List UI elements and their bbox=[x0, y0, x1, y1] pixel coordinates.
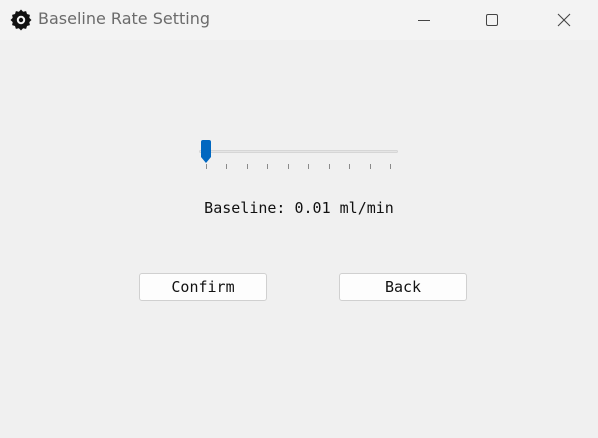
maximize-button[interactable] bbox=[469, 0, 515, 40]
slider-tick bbox=[349, 164, 351, 169]
slider-tick bbox=[206, 164, 207, 169]
baseline-value-label: Baseline: 0.01 ml/min bbox=[204, 199, 394, 217]
maximize-icon bbox=[486, 14, 498, 26]
gear-icon bbox=[10, 9, 32, 31]
slider-thumb[interactable] bbox=[200, 140, 212, 164]
confirm-button[interactable]: Confirm bbox=[139, 273, 267, 301]
minimize-icon bbox=[418, 20, 430, 21]
slider-tick bbox=[246, 164, 248, 169]
slider-tick bbox=[267, 164, 269, 169]
slider-tick bbox=[226, 164, 228, 169]
baseline-rate-window: Baseline Rate Setting Baseline: 0.01 ml/… bbox=[0, 0, 598, 438]
window-title: Baseline Rate Setting bbox=[38, 9, 210, 28]
close-icon bbox=[557, 13, 571, 27]
slider-tick bbox=[287, 164, 289, 169]
back-button[interactable]: Back bbox=[339, 273, 467, 301]
slider-tick bbox=[308, 164, 310, 169]
slider-tick bbox=[369, 164, 371, 169]
minimize-button[interactable] bbox=[401, 0, 447, 40]
slider-track[interactable] bbox=[199, 150, 398, 153]
slider-tick bbox=[390, 164, 391, 169]
slider-tick bbox=[328, 164, 330, 169]
close-button[interactable] bbox=[541, 0, 587, 40]
title-bar[interactable]: Baseline Rate Setting bbox=[0, 0, 598, 40]
baseline-rate-slider[interactable] bbox=[199, 140, 401, 174]
slider-ticks bbox=[199, 164, 401, 170]
